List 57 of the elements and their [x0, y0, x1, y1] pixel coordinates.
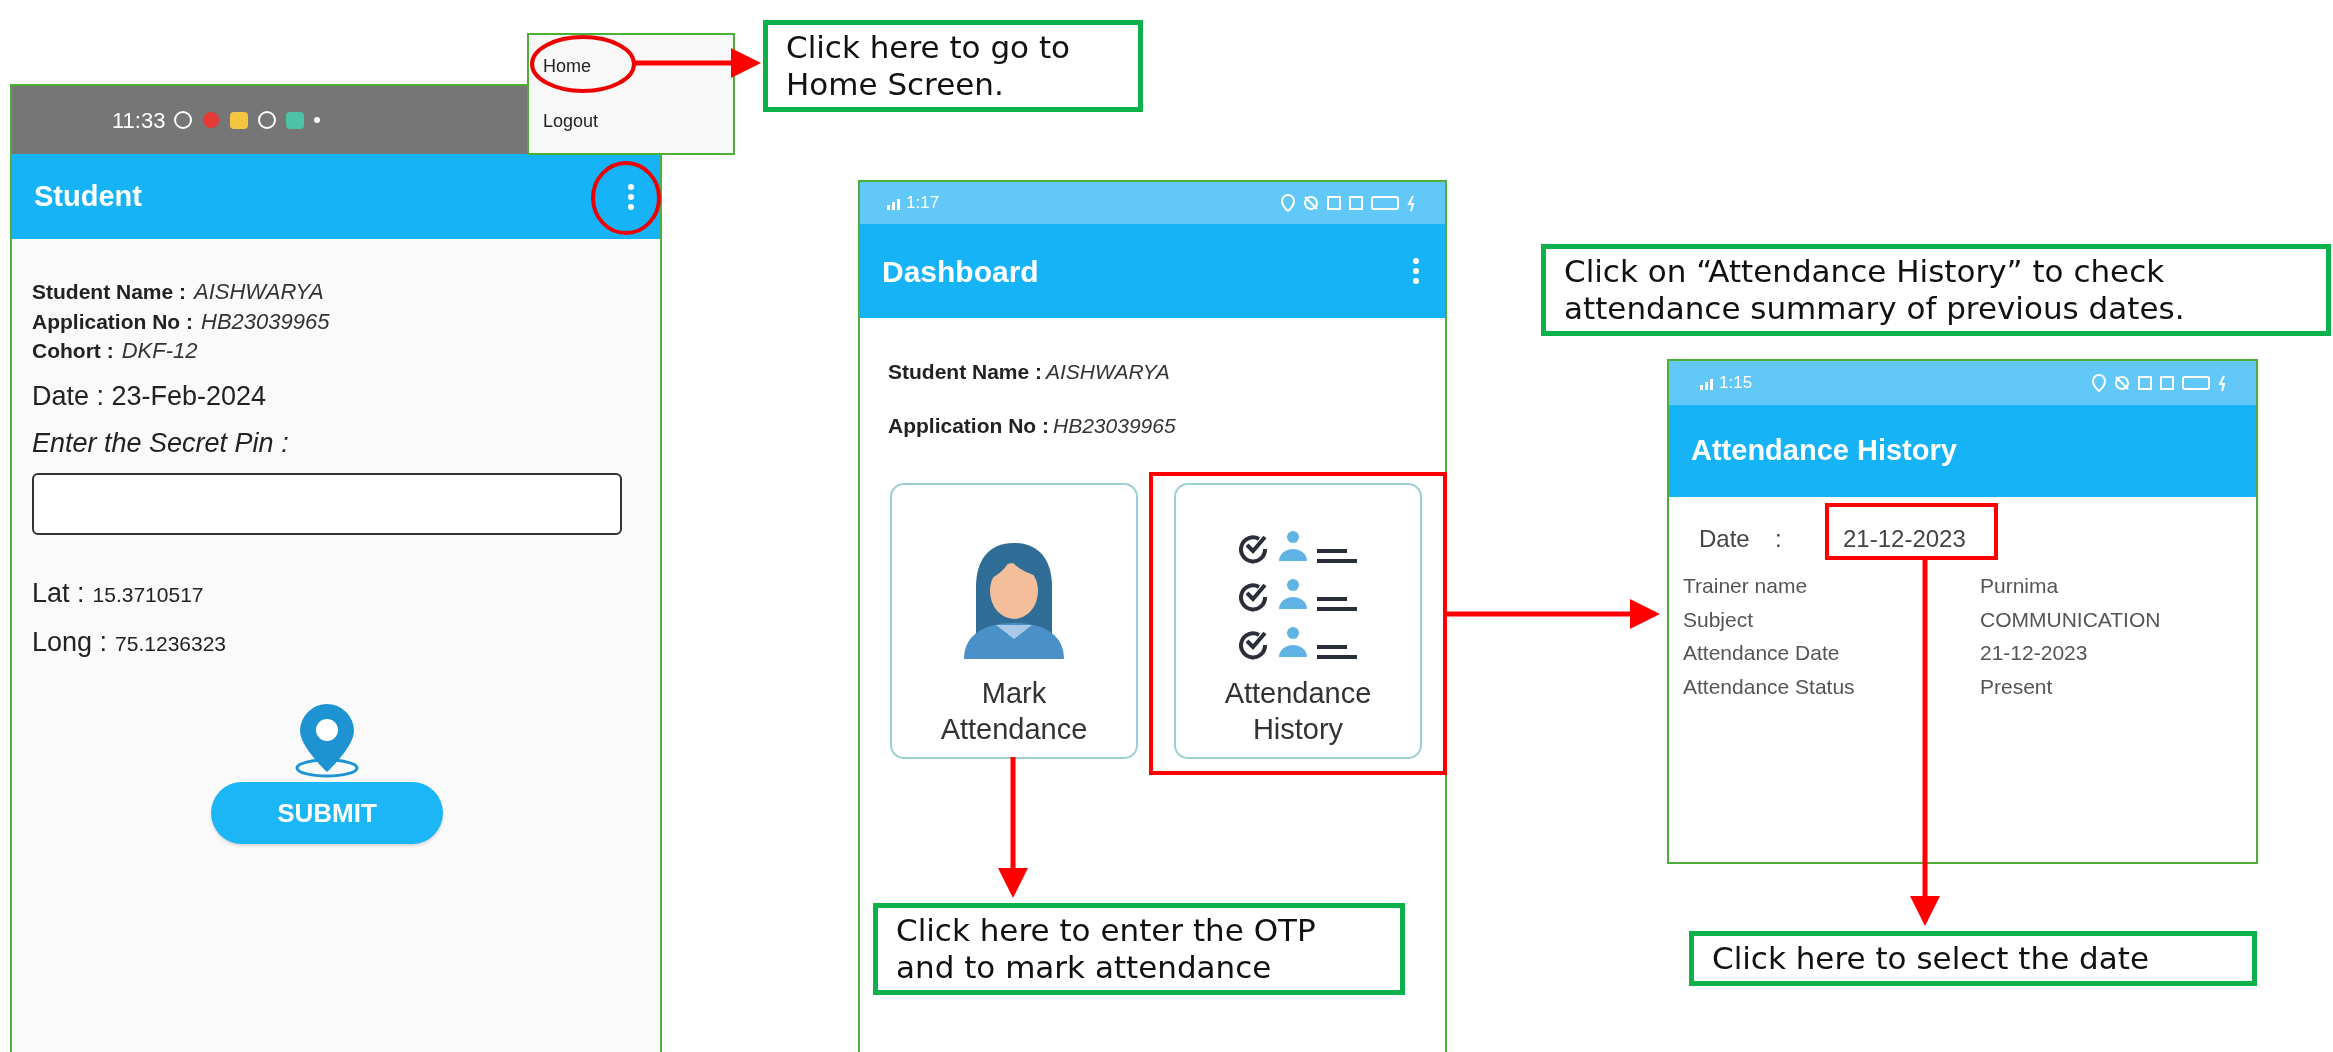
- battery-icon: [1371, 195, 1399, 211]
- callout-text: Click here to enter the OTP and to mark attendance: [873, 903, 1405, 996]
- mute-icon: [1303, 195, 1319, 211]
- detail-label: Subject: [1683, 606, 1755, 633]
- date-label: Date: [1698, 524, 1751, 554]
- field-label: Cohort :: [32, 338, 114, 365]
- coordinate-label: Lat :: [32, 577, 85, 611]
- location-icon: [1281, 194, 1295, 212]
- charging-icon: [1407, 194, 1415, 212]
- detail-value: 21-12-2023: [1980, 640, 2089, 667]
- pin-label: Enter the Secret Pin :: [32, 426, 290, 460]
- location-icon: [2092, 374, 2106, 392]
- app-bar-title: Dashboard: [882, 253, 1039, 290]
- status-time: 1:17: [906, 192, 940, 215]
- detail-label: Trainer name: [1683, 573, 1809, 599]
- date-text: Date : 23-Feb-2024: [32, 380, 268, 414]
- menu-item[interactable]: Home: [529, 53, 733, 80]
- pin-input-field[interactable]: [32, 473, 622, 536]
- field-value: AISHWARYA: [1046, 359, 1170, 385]
- menu-tile[interactable]: Attendance History: [1174, 483, 1422, 759]
- callout-text: Click here to go to Home Screen.: [763, 20, 1143, 113]
- menu-item[interactable]: Logout: [529, 108, 733, 135]
- app-bar-title: Student: [34, 178, 142, 214]
- coordinate-value: 15.3710517: [92, 582, 204, 609]
- field-value: HB23039965: [201, 307, 330, 336]
- callout-text: Click here to select the date: [1689, 931, 2257, 987]
- callout-text: Click on “Attendance History” to check attendance summary of previous dates.: [1541, 244, 2331, 337]
- field-value: DKF-12: [121, 337, 198, 366]
- battery-icon: [2182, 375, 2210, 391]
- more-notifications-icon: [313, 116, 322, 124]
- location-pin-icon: [295, 702, 359, 779]
- date-separator: :: [1775, 524, 1783, 554]
- status-time: 1:15: [1719, 372, 1753, 395]
- field-value: HB23039965: [1053, 412, 1176, 439]
- field-label: Application No :: [32, 308, 193, 335]
- charging-icon: [2218, 374, 2226, 392]
- app-notification-icon: [201, 109, 222, 131]
- detail-value: Present: [1980, 673, 2054, 700]
- field-value: AISHWARYA: [194, 278, 324, 306]
- date-value[interactable]: 21-12-2023: [1827, 513, 1966, 565]
- field-label: Student Name :: [32, 279, 186, 305]
- detail-value: COMMUNICATION: [1980, 606, 2162, 633]
- attendance-list-icon: [1237, 530, 1359, 661]
- app-bar-title: Attendance History: [1691, 433, 1957, 469]
- status-time: 11:33: [112, 106, 166, 135]
- coordinate-label: Long :: [32, 625, 108, 659]
- coordinate-value: 75.1236323: [115, 630, 227, 657]
- detail-label: Attendance Date: [1683, 640, 1841, 667]
- field-label: Application No :: [888, 412, 1049, 439]
- detail-value: Purnima: [1980, 573, 2060, 599]
- app-notification-icon: [257, 109, 278, 131]
- detail-label: Attendance Status: [1683, 673, 1856, 700]
- menu-tile[interactable]: Mark Attendance: [890, 483, 1138, 759]
- app-notification-icon: [285, 109, 306, 131]
- mute-icon: [2114, 375, 2130, 391]
- app-notification-icon: [229, 109, 250, 131]
- field-label: Student Name :: [888, 359, 1042, 385]
